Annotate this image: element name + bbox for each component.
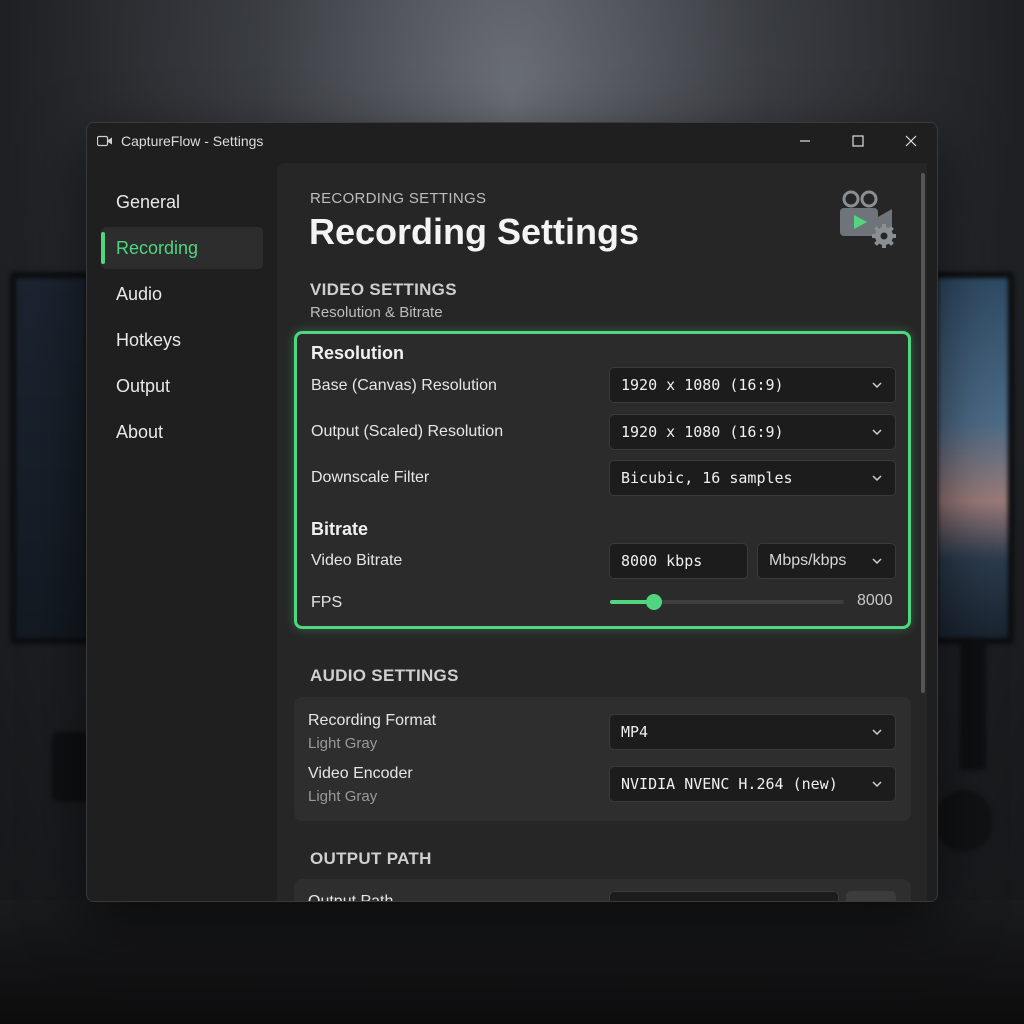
video-encoder-dropdown[interactable]: NVIDIA NVENC H.264 (new) — [609, 766, 896, 802]
video-bitrate-input[interactable]: 8000 kbps — [609, 543, 748, 579]
maximize-icon[interactable] — [831, 123, 884, 159]
title-bar[interactable]: CaptureFlow - Settings — [87, 123, 937, 159]
fps-value: 8000 — [857, 592, 893, 609]
camera-settings-icon — [837, 187, 899, 251]
fps-slider[interactable] — [610, 594, 844, 610]
sidebar-item-general[interactable]: General — [101, 181, 263, 223]
window-controls — [778, 123, 937, 159]
bitrate-group-title: Bitrate — [311, 519, 369, 539]
output-path-input[interactable] — [609, 891, 839, 901]
video-settings-subheading: Resolution & Bitrate — [310, 304, 443, 321]
scrollbar[interactable] — [921, 173, 925, 693]
base-resolution-value: 1920 x 1080 (16:9) — [621, 376, 784, 394]
chevron-down-icon — [872, 558, 882, 565]
output-path-heading: OUTPUT PATH — [310, 849, 432, 868]
sidebar-item-audio[interactable]: Audio — [101, 273, 263, 315]
page-title: Recording Settings — [309, 211, 640, 252]
base-resolution-dropdown[interactable]: 1920 x 1080 (16:9) — [609, 367, 896, 403]
breadcrumb: RECORDING SETTINGS — [310, 190, 487, 207]
video-encoder-value: NVIDIA NVENC H.264 (new) — [621, 775, 838, 793]
recording-format-value: MP4 — [621, 723, 649, 741]
chevron-down-icon — [872, 729, 882, 736]
background-monitor-right — [932, 272, 1014, 644]
browse-button[interactable] — [846, 891, 896, 901]
video-encoder-sublabel: Light Gray — [308, 788, 378, 805]
background-mouse — [936, 790, 992, 852]
fps-slider-thumb[interactable] — [646, 594, 663, 610]
window-title: CaptureFlow - Settings — [121, 133, 264, 149]
app-camera-icon — [97, 135, 113, 147]
video-bitrate-value: 8000 kbps — [621, 552, 703, 570]
background-monitor-left — [10, 272, 92, 644]
sidebar-item-about[interactable]: About — [101, 411, 263, 453]
settings-content: RECORDING SETTINGS Recording Settings VI… — [277, 163, 927, 902]
chevron-down-icon — [872, 429, 882, 436]
video-settings-card: Resolution Base (Canvas) Resolution 1920… — [294, 331, 911, 629]
background-monitor-stand — [960, 640, 986, 770]
chevron-down-icon — [872, 382, 882, 389]
downscale-filter-value: Bicubic, 16 samples — [621, 469, 793, 487]
downscale-filter-label: Downscale Filter — [311, 469, 430, 486]
fps-label: FPS — [311, 594, 343, 611]
resolution-group-title: Resolution — [311, 343, 404, 363]
base-resolution-label: Base (Canvas) Resolution — [311, 377, 497, 394]
close-icon[interactable] — [884, 123, 937, 159]
output-resolution-dropdown[interactable]: 1920 x 1080 (16:9) — [609, 414, 896, 450]
video-bitrate-label: Video Bitrate — [311, 552, 403, 569]
sidebar-item-output[interactable]: Output — [101, 365, 263, 407]
downscale-filter-dropdown[interactable]: Bicubic, 16 samples — [609, 460, 896, 496]
background-speaker — [52, 732, 90, 802]
sidebar-item-recording[interactable]: Recording — [101, 227, 263, 269]
chevron-down-icon — [872, 781, 882, 788]
video-settings-heading: VIDEO SETTINGS — [310, 280, 457, 299]
sidebar-nav: General Recording Audio Hotkeys Output A… — [87, 163, 277, 901]
audio-settings-card: Recording Format Light Gray MP4 Video En… — [294, 697, 911, 821]
output-path-card: Output Path — [294, 879, 911, 902]
audio-settings-heading: AUDIO SETTINGS — [310, 666, 459, 685]
background-desk — [0, 900, 1024, 1024]
output-resolution-label: Output (Scaled) Resolution — [311, 423, 504, 440]
bitrate-unit-dropdown[interactable]: Mbps/kbps — [757, 543, 896, 579]
output-resolution-value: 1920 x 1080 (16:9) — [621, 423, 784, 441]
output-path-label: Output Path — [308, 893, 394, 902]
settings-window: CaptureFlow - Settings General Recording… — [86, 122, 938, 902]
recording-format-label: Recording Format — [308, 712, 437, 729]
chevron-down-icon — [872, 475, 882, 482]
minimize-icon[interactable] — [778, 123, 831, 159]
sidebar-item-hotkeys[interactable]: Hotkeys — [101, 319, 263, 361]
recording-format-sublabel: Light Gray — [308, 735, 378, 752]
recording-format-dropdown[interactable]: MP4 — [609, 714, 896, 750]
video-encoder-label: Video Encoder — [308, 765, 413, 782]
bitrate-unit-value: Mbps/kbps — [769, 552, 847, 569]
